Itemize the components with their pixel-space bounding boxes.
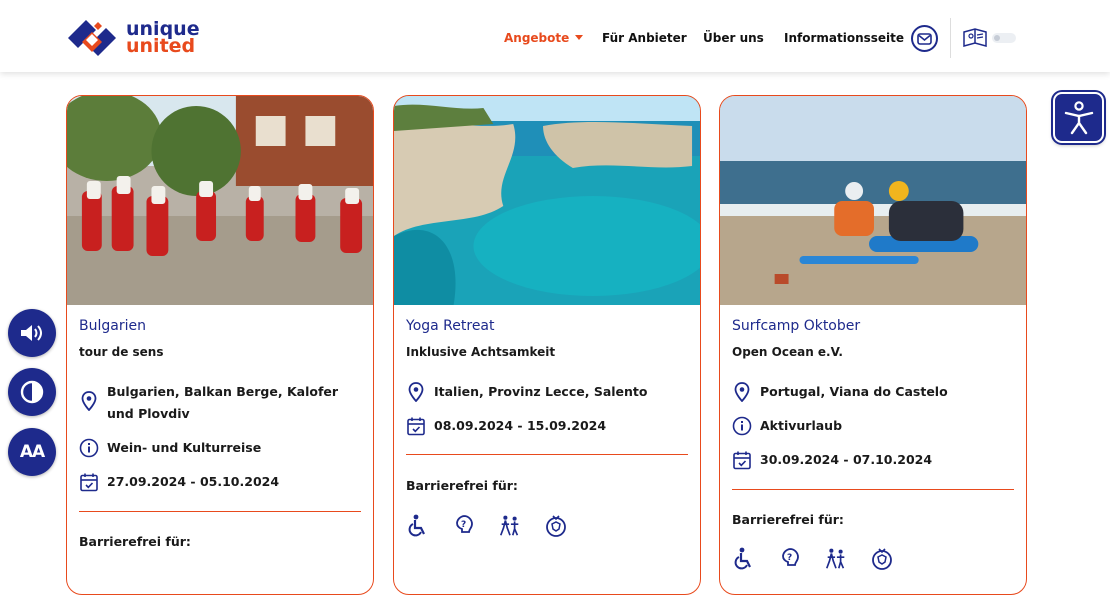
contrast-button[interactable]	[8, 368, 56, 416]
hearing-impaired-icon	[544, 514, 568, 538]
card-category: Aktivurlaub	[732, 415, 842, 437]
contact-button[interactable]	[911, 25, 938, 52]
card-dates: 08.09.2024 - 15.09.2024	[406, 415, 606, 437]
location-pin-icon	[406, 382, 426, 402]
info-icon	[79, 438, 99, 458]
wheelchair-icon	[732, 547, 756, 571]
header-divider	[950, 18, 951, 58]
card-location: Italien, Provinz Lecce, Salento	[406, 381, 647, 403]
card-image-surf-beach[interactable]	[720, 96, 1026, 305]
caret-down-icon	[575, 35, 584, 40]
assisted-walking-icon	[498, 514, 522, 538]
calendar-icon	[732, 450, 752, 470]
calendar-icon	[406, 416, 426, 436]
card-title[interactable]: Surfcamp Oktober	[732, 318, 860, 334]
accessibility-person-icon	[1064, 100, 1093, 134]
nav-angebote[interactable]: Angebote	[504, 31, 584, 45]
info-icon	[732, 416, 752, 436]
accessibility-menu-button[interactable]	[1053, 92, 1104, 143]
svg-text:?: ?	[461, 520, 466, 530]
card-dates: 27.09.2024 - 05.10.2024	[79, 471, 279, 493]
nav-ueber-uns[interactable]: Über uns	[703, 31, 764, 45]
card-provider: Open Ocean e.V.	[732, 345, 843, 359]
card-dates-text: 27.09.2024 - 05.10.2024	[107, 474, 280, 489]
offer-card-bulgarien[interactable]: Bulgarien tour de sens Bulgarien, Balkan…	[66, 95, 374, 595]
card-dates: 30.09.2024 - 07.10.2024	[732, 449, 932, 471]
font-size-button[interactable]: AA	[8, 428, 56, 476]
contrast-icon	[20, 380, 44, 404]
cognitive-support-icon: ?	[778, 547, 802, 571]
hearing-impaired-icon	[870, 547, 894, 571]
card-category-text: Aktivurlaub	[760, 418, 843, 433]
card-title[interactable]: Yoga Retreat	[406, 318, 495, 334]
font-size-label: AA	[19, 442, 45, 462]
card-category: Wein- und Kulturreise	[79, 437, 261, 459]
accessibility-icons: ?	[732, 547, 894, 571]
card-accessible-label: Barrierefrei für:	[79, 534, 191, 549]
card-accessible-label: Barrierefrei für:	[732, 512, 844, 527]
card-provider: Inklusive Achtsamkeit	[406, 345, 556, 359]
wheelchair-icon	[406, 514, 430, 538]
location-pin-icon	[79, 391, 99, 411]
assisted-walking-icon	[824, 547, 848, 571]
card-image-folk-dance[interactable]	[67, 96, 373, 305]
logo-mark-icon	[68, 20, 116, 56]
nav-angebote-label: Angebote	[504, 31, 570, 45]
site-header: unique united Angebote Für Anbieter Über…	[0, 0, 1110, 72]
card-dates-text: 08.09.2024 - 15.09.2024	[434, 418, 607, 433]
card-location: Portugal, Viana do Castelo	[732, 381, 948, 403]
offer-card-yoga-retreat[interactable]: Yoga Retreat Inklusive Achtsamkeit Itali…	[393, 95, 701, 595]
card-divider	[732, 489, 1014, 490]
read-aloud-button[interactable]	[8, 309, 56, 357]
card-location: Bulgarien, Balkan Berge, Kalofer und Plo…	[79, 381, 359, 425]
mail-icon	[917, 32, 932, 45]
card-location-text: Bulgarien, Balkan Berge, Kalofer und Plo…	[107, 384, 339, 421]
card-category-text: Wein- und Kulturreise	[107, 440, 262, 455]
card-location-text: Portugal, Viana do Castelo	[760, 384, 948, 399]
logo-text: unique united	[126, 20, 200, 57]
card-divider	[406, 454, 688, 455]
logo[interactable]: unique united	[64, 18, 200, 58]
nav-informationsseite[interactable]: Informationsseite	[784, 31, 904, 45]
toggle-knob	[994, 35, 1000, 41]
card-image-coast[interactable]	[394, 96, 700, 305]
card-location-text: Italien, Provinz Lecce, Salento	[434, 384, 648, 399]
card-accessible-label: Barrierefrei für:	[406, 478, 518, 493]
easy-language-toggle[interactable]	[992, 33, 1016, 43]
accessibility-icons: ?	[406, 514, 568, 538]
cognitive-support-icon: ?	[452, 514, 476, 538]
nav-fuer-anbieter[interactable]: Für Anbieter	[602, 31, 687, 45]
svg-text:?: ?	[787, 553, 792, 563]
calendar-icon	[79, 472, 99, 492]
card-dates-text: 30.09.2024 - 07.10.2024	[760, 452, 933, 467]
card-title[interactable]: Bulgarien	[79, 318, 146, 334]
card-provider: tour de sens	[79, 345, 164, 359]
speaker-icon	[21, 325, 42, 341]
location-pin-icon	[732, 382, 752, 402]
offer-card-surfcamp[interactable]: Surfcamp Oktober Open Ocean e.V. Portuga…	[719, 95, 1027, 595]
easy-language-icon[interactable]	[962, 27, 988, 53]
logo-line2: united	[126, 35, 196, 57]
card-divider	[79, 511, 361, 512]
